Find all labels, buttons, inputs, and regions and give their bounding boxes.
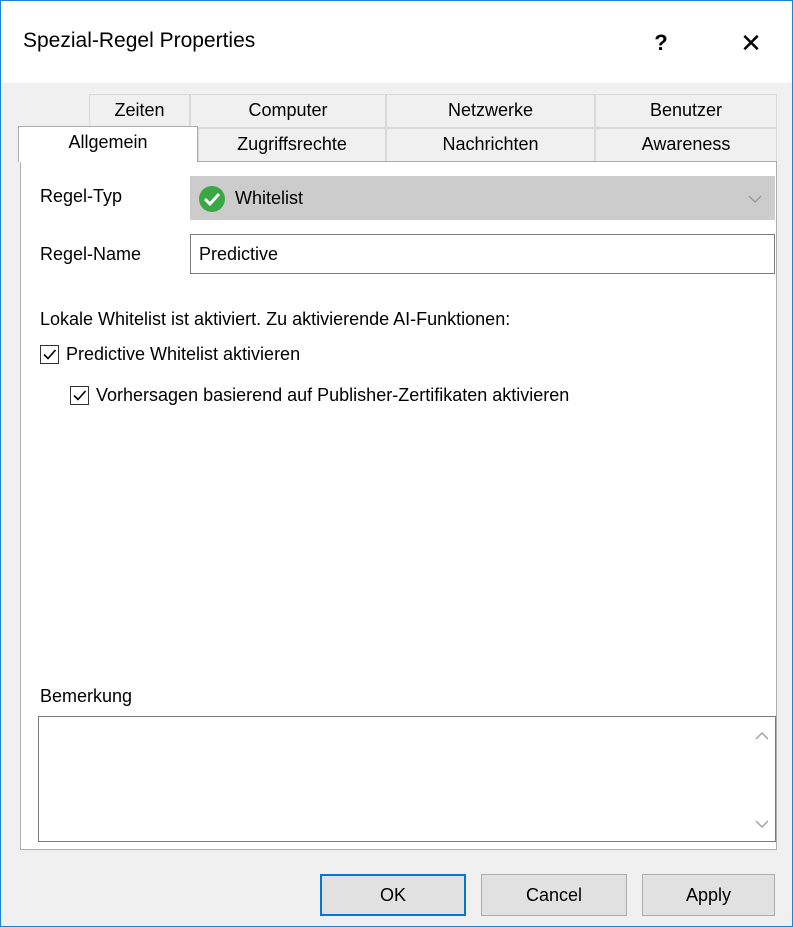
predictive-whitelist-checkbox[interactable] bbox=[40, 345, 59, 364]
green-check-icon bbox=[199, 186, 225, 212]
regel-name-label: Regel-Name bbox=[40, 244, 142, 264]
regel-typ-value: Whitelist bbox=[235, 188, 304, 208]
window-title: Spezial-Regel Properties bbox=[23, 29, 256, 52]
publisher-cert-label[interactable]: Vorhersagen basierend auf Publisher-Zert… bbox=[96, 385, 569, 406]
predictive-whitelist-label[interactable]: Predictive Whitelist aktivieren bbox=[66, 344, 300, 365]
ok-button[interactable]: OK bbox=[320, 874, 466, 916]
info-text: Lokale Whitelist ist aktiviert. Zu aktiv… bbox=[40, 309, 511, 329]
tab-zeiten[interactable]: Zeiten bbox=[89, 94, 190, 128]
tab-nachrichten[interactable]: Nachrichten bbox=[386, 128, 595, 162]
tab-zugriffsrechte[interactable]: Zugriffsrechte bbox=[198, 128, 386, 162]
apply-button[interactable]: Apply bbox=[642, 874, 775, 916]
tab-benutzer[interactable]: Benutzer bbox=[595, 94, 777, 128]
remark-label: Bemerkung bbox=[40, 686, 133, 706]
regel-typ-combobox[interactable]: Whitelist bbox=[190, 176, 775, 220]
regel-name-input[interactable] bbox=[190, 234, 775, 274]
close-button[interactable]: ✕ bbox=[726, 19, 776, 67]
chevron-down-icon bbox=[748, 195, 762, 203]
title-bar: Spezial-Regel Properties ? ✕ bbox=[1, 1, 792, 83]
tab-netzwerke[interactable]: Netzwerke bbox=[386, 94, 595, 128]
tab-allgemein[interactable]: Allgemein bbox=[18, 126, 198, 162]
cancel-button[interactable]: Cancel bbox=[481, 874, 627, 916]
scroll-down-icon[interactable] bbox=[755, 817, 769, 831]
tab-awareness[interactable]: Awareness bbox=[595, 128, 777, 162]
help-button[interactable]: ? bbox=[637, 19, 685, 67]
publisher-cert-checkbox[interactable] bbox=[70, 386, 89, 405]
scroll-up-icon[interactable] bbox=[755, 729, 769, 743]
tab-computer[interactable]: Computer bbox=[190, 94, 386, 128]
tab-panel-allgemein: Regel-Typ Whitelist Regel-Name Lokale Wh… bbox=[20, 161, 777, 850]
remark-textarea[interactable] bbox=[38, 716, 776, 842]
properties-dialog: Spezial-Regel Properties ? ✕ Zeiten Comp… bbox=[0, 0, 793, 927]
regel-typ-label: Regel-Typ bbox=[40, 186, 123, 206]
